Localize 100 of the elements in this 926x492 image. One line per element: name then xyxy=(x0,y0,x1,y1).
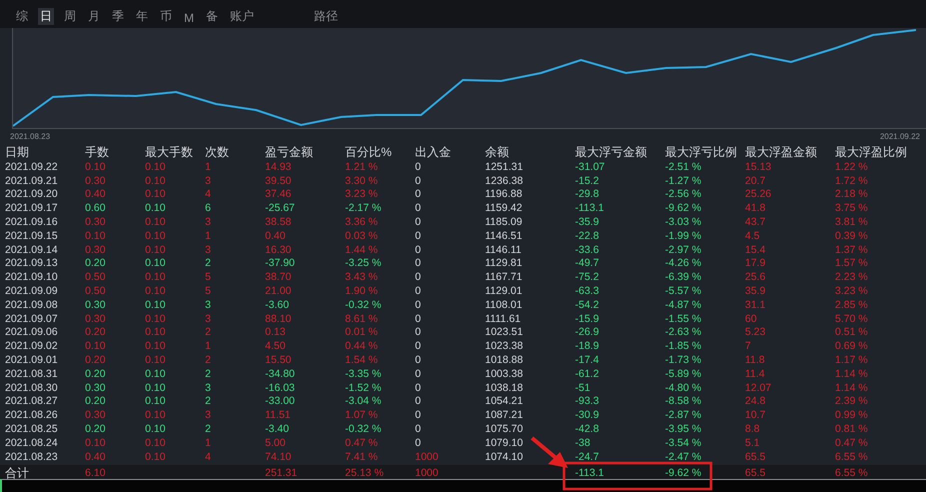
table-cell: 0 xyxy=(415,326,421,338)
table-cell: -17.4 xyxy=(575,354,599,366)
table-cell: 0.30 xyxy=(85,382,106,394)
table-cell: 0 xyxy=(415,409,421,422)
table-cell: 4 xyxy=(205,450,211,463)
table-cell: 0 xyxy=(415,298,421,311)
column-header: 日期 xyxy=(5,144,30,161)
table-cell: -15.9 xyxy=(575,312,599,325)
table-cell: 1129.01 xyxy=(485,285,522,298)
table-cell: 6 xyxy=(205,202,211,214)
table-cell: 25.13 % xyxy=(345,467,384,480)
table-cell: 14.93 xyxy=(265,160,292,173)
period-tab[interactable]: 币 xyxy=(158,8,174,25)
period-tab[interactable]: 季 xyxy=(110,8,126,25)
table-cell: 1.37 % xyxy=(835,244,868,256)
table-cell: 0.10 xyxy=(145,244,166,256)
table-cell: 3.23 % xyxy=(835,285,868,298)
table-cell: 0.50 xyxy=(85,285,106,298)
table-cell: 2021.09.09 xyxy=(5,285,58,298)
table-cell: -93.3 xyxy=(575,395,599,408)
table-cell: 0.30 xyxy=(85,244,106,256)
table-cell: 4.50 xyxy=(265,340,286,352)
period-tab[interactable]: 月 xyxy=(86,8,102,25)
table-cell: -1.73 % xyxy=(665,354,702,366)
table-cell: 15.4 xyxy=(745,244,766,256)
table-cell: 2.85 % xyxy=(835,298,868,311)
table-cell: -1.99 % xyxy=(665,230,702,242)
period-tab[interactable]: 综 xyxy=(14,8,30,25)
table-cell: 0.40 xyxy=(85,450,106,463)
table-cell: 3.30 % xyxy=(345,174,378,187)
table-cell: -3.35 % xyxy=(345,368,382,380)
table-cell: -34.80 xyxy=(265,368,295,380)
table-cell: 1023.51 xyxy=(485,326,523,338)
table-cell: 3 xyxy=(205,216,211,228)
table-cell: 0.10 xyxy=(85,230,106,242)
period-tab[interactable]: 账户 xyxy=(228,8,256,25)
table-cell: 3 xyxy=(205,298,211,311)
table-cell: -9.62 % xyxy=(665,202,702,214)
table-cell: 2 xyxy=(205,423,211,436)
table-cell: 2021.09.14 xyxy=(5,244,58,256)
period-tab[interactable]: 备 xyxy=(204,8,220,25)
table-cell: -38 xyxy=(575,436,590,449)
table-cell: 1087.21 xyxy=(485,409,523,422)
table-cell: 0.10 xyxy=(145,354,166,366)
table-cell: 0.30 xyxy=(85,312,106,325)
table-cell: 5.70 % xyxy=(835,312,868,325)
table-cell: -3.95 % xyxy=(665,423,702,436)
table-cell: -25.67 xyxy=(265,202,295,214)
table-cell: 2021.09.17 xyxy=(5,202,58,214)
table-cell: -35.9 xyxy=(575,216,599,228)
table-cell: -9.62 % xyxy=(665,467,702,480)
table-cell: 38.70 xyxy=(265,271,292,284)
table-cell: 12.07 xyxy=(745,382,772,394)
table-cell: 2 xyxy=(205,354,211,366)
table-cell: 251.31 xyxy=(265,467,298,480)
table-cell: 0 xyxy=(415,436,421,449)
table-cell: 25.6 xyxy=(745,271,766,284)
table-cell: 0 xyxy=(415,188,421,200)
table-cell: 0.10 xyxy=(145,340,166,352)
table-cell: 8.61 % xyxy=(345,312,378,325)
table-cell: 3.81 % xyxy=(835,216,868,228)
table-cell: -0.32 % xyxy=(345,298,382,311)
table-cell: 1054.21 xyxy=(485,395,523,408)
table-cell: 2021.09.20 xyxy=(5,188,58,200)
table-cell: 0 xyxy=(415,354,421,366)
table-cell: 0.20 xyxy=(85,257,106,270)
column-header: 最大浮亏比例 xyxy=(665,144,738,161)
table-cell: -2.87 % xyxy=(665,409,702,422)
table-cell: 5 xyxy=(205,271,211,284)
period-tab[interactable]: 年 xyxy=(134,8,150,25)
table-cell: 0 xyxy=(415,160,421,173)
table-cell: 0.10 xyxy=(145,395,166,408)
table-cell: 2021.09.08 xyxy=(5,298,58,311)
table-cell: -3.60 xyxy=(265,298,289,311)
table-cell: 1075.70 xyxy=(485,423,523,436)
table-cell: 43.7 xyxy=(745,216,766,228)
chart-start-date: 2021.08.23 xyxy=(10,132,50,140)
table-cell: 0.10 xyxy=(85,340,106,352)
period-tab[interactable]: 周 xyxy=(62,8,78,25)
table-cell: 1000 xyxy=(415,467,438,480)
table-cell: 0.10 xyxy=(145,285,166,298)
table-cell: 2021.09.15 xyxy=(5,230,58,242)
table-cell: -3.03 % xyxy=(665,216,702,228)
table-cell: 3 xyxy=(205,409,211,422)
table-cell: 24.8 xyxy=(745,395,766,408)
period-tab[interactable]: M xyxy=(182,11,196,25)
table-cell: -16.03 xyxy=(265,382,295,394)
path-tab[interactable]: 路径 xyxy=(314,8,338,25)
table-cell: 11.51 xyxy=(265,409,290,422)
table-cell: 74.10 xyxy=(265,450,292,463)
column-header: 出入金 xyxy=(415,144,452,161)
period-tab[interactable]: 日 xyxy=(38,8,54,25)
table-cell: -1.85 % xyxy=(665,340,702,352)
table-cell: 0.10 xyxy=(145,174,166,187)
total-label: 合计 xyxy=(5,464,30,482)
table-cell: 0 xyxy=(415,382,421,394)
table-cell: 0.10 xyxy=(145,382,166,394)
table-cell: 1167.71 xyxy=(485,271,522,284)
table-cell: 1.21 % xyxy=(345,160,378,173)
table-cell: 0.99 % xyxy=(835,409,868,422)
